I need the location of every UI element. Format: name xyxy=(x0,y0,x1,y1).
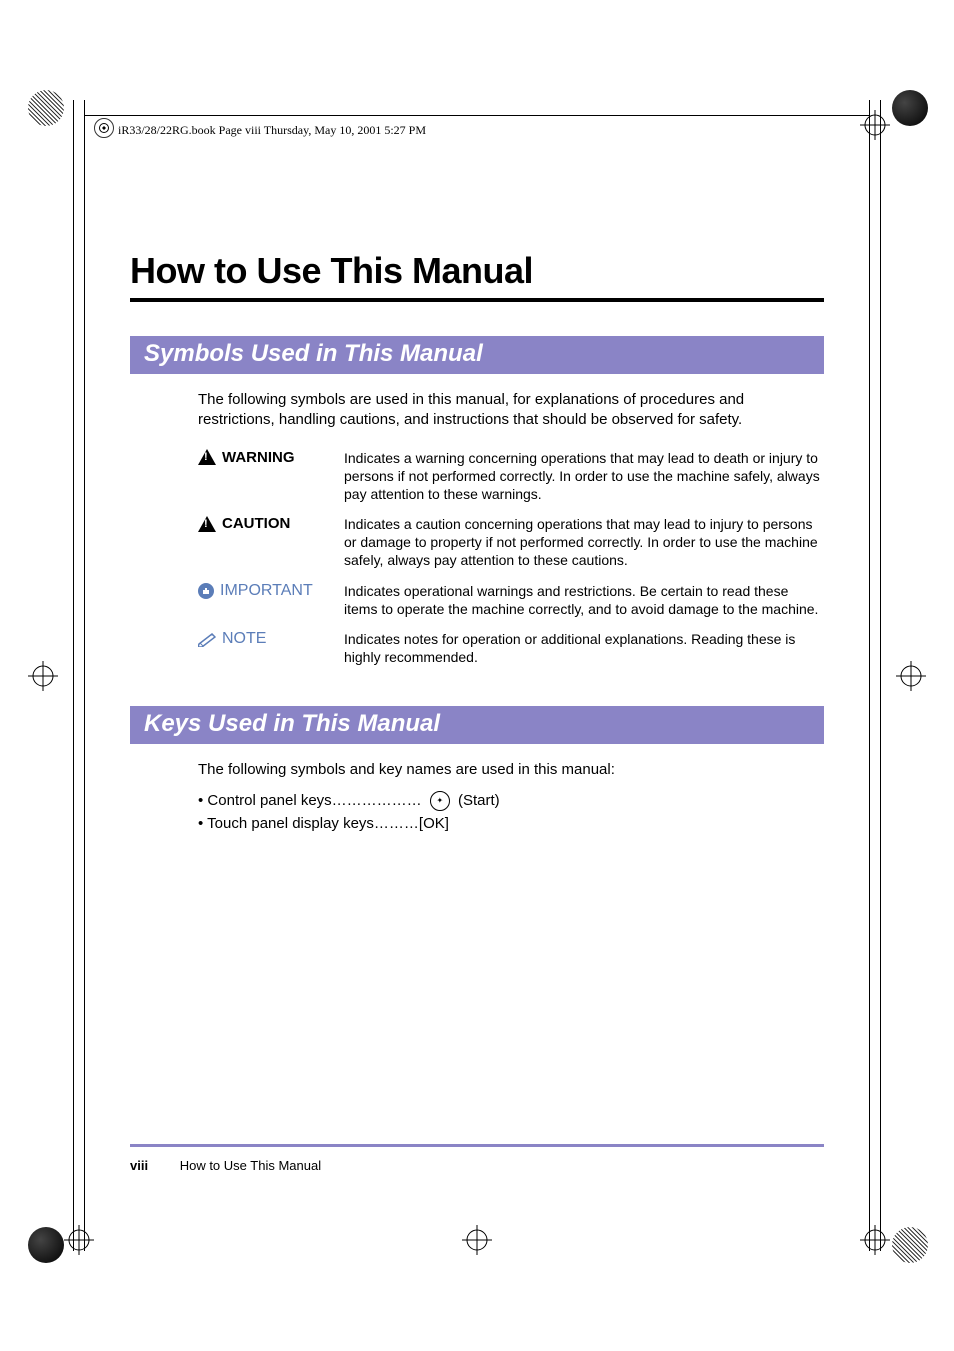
important-label: IMPORTANT xyxy=(198,582,326,600)
symbol-row-caution: CAUTION Indicates a caution concerning o… xyxy=(198,515,824,570)
title-underline xyxy=(130,298,824,302)
trim-line-top xyxy=(84,115,870,116)
section-heading-symbols-label: Symbols Used in This Manual xyxy=(144,340,483,367)
section-heading-symbols: Symbols Used in This Manual xyxy=(130,336,824,374)
important-icon xyxy=(198,583,214,599)
trim-line-right-inner xyxy=(869,100,870,1251)
warning-label: WARNING xyxy=(198,449,326,466)
page-number: viii xyxy=(130,1158,148,1173)
symbol-row-note: NOTE Indicates notes for operation or ad… xyxy=(198,630,824,666)
printer-mark-solid-bl xyxy=(28,1227,64,1263)
keys-item-suffix: (Start) xyxy=(458,792,500,809)
warning-desc: Indicates a warning concerning operation… xyxy=(344,449,824,504)
printer-mark-solid-tr xyxy=(892,90,928,126)
note-icon xyxy=(198,631,216,647)
registration-mark-bottom-left xyxy=(64,1225,94,1255)
footer-title: How to Use This Manual xyxy=(180,1158,321,1173)
page-title: How to Use This Manual xyxy=(130,250,824,292)
note-label-text: NOTE xyxy=(222,630,266,648)
important-label-text: IMPORTANT xyxy=(220,582,313,600)
note-label: NOTE xyxy=(198,630,326,648)
page-content: How to Use This Manual Symbols Used in T… xyxy=(130,250,824,1161)
keys-list: • Control panel keys……………… (Start) • Tou… xyxy=(198,791,824,832)
trim-line-left-inner xyxy=(84,100,85,1251)
warning-icon xyxy=(198,449,216,465)
trim-line-left-outer xyxy=(73,100,74,1251)
registration-mark-top-right xyxy=(860,110,890,140)
keys-intro-text: The following symbols and key names are … xyxy=(198,760,824,780)
section-heading-keys-label: Keys Used in This Manual xyxy=(144,710,440,737)
start-key-icon xyxy=(430,791,450,811)
caution-icon xyxy=(198,516,216,532)
page-footer: viii How to Use This Manual xyxy=(130,1158,321,1173)
registration-mark-left xyxy=(28,661,58,691)
framemaker-icon xyxy=(94,118,114,138)
caution-label-text: CAUTION xyxy=(222,515,290,532)
symbol-row-important: IMPORTANT Indicates operational warnings… xyxy=(198,582,824,618)
note-desc: Indicates notes for operation or additio… xyxy=(344,630,824,666)
registration-mark-bottom-right xyxy=(860,1225,890,1255)
caution-desc: Indicates a caution concerning operation… xyxy=(344,515,824,570)
book-header-meta: iR33/28/22RG.book Page viii Thursday, Ma… xyxy=(118,123,426,138)
section-heading-keys: Keys Used in This Manual xyxy=(130,706,824,744)
trim-line-right-outer xyxy=(880,100,881,1251)
symbols-intro-text: The following symbols are used in this m… xyxy=(198,390,824,431)
important-desc: Indicates operational warnings and restr… xyxy=(344,582,824,618)
caution-label: CAUTION xyxy=(198,515,326,532)
keys-list-item: • Control panel keys……………… (Start) xyxy=(198,791,824,811)
symbol-row-warning: WARNING Indicates a warning concerning o… xyxy=(198,449,824,504)
printer-mark-hatch-br xyxy=(892,1227,928,1263)
keys-list-item: • Touch panel display keys………[OK] xyxy=(198,815,824,832)
footer-rule xyxy=(130,1144,824,1147)
warning-label-text: WARNING xyxy=(222,449,295,466)
registration-mark-bottom-center xyxy=(462,1225,492,1255)
keys-item-prefix: Touch panel display keys………[OK] xyxy=(207,815,449,832)
keys-item-prefix: Control panel keys……………… xyxy=(207,792,421,809)
registration-mark-right xyxy=(896,661,926,691)
printer-mark-hatch-tl xyxy=(28,90,64,126)
